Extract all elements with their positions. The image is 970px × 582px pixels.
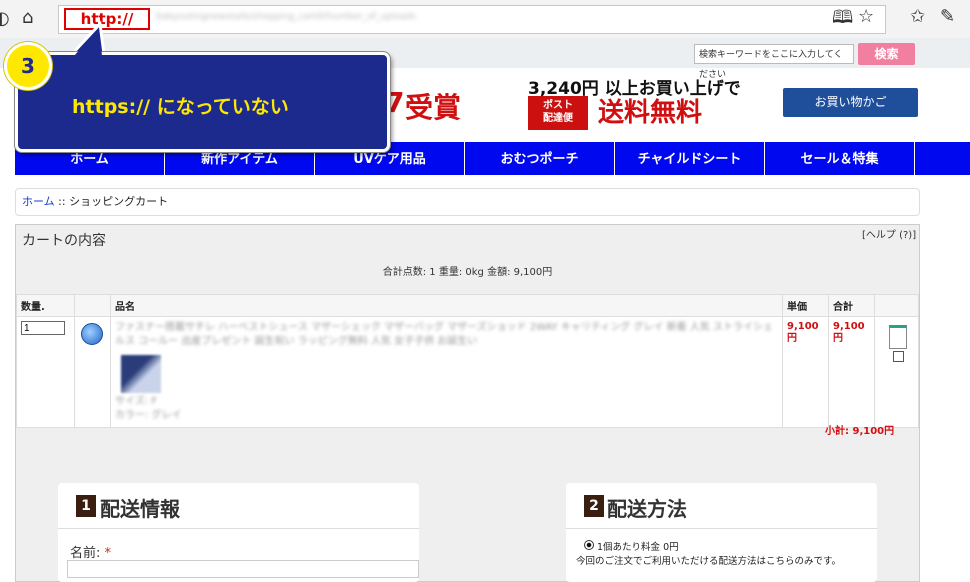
product-option-color: カラー: グレイ [115,410,182,421]
line-total: 9,100 円 [833,321,865,344]
shipping-method-title: 配送方法 [607,497,687,521]
unit-price: 9,100 円 [787,321,819,344]
trash-icon[interactable] [889,325,907,349]
shipping-info-title: 配送情報 [100,497,180,521]
cart-title: カートの内容 [22,233,106,249]
remove-checkbox[interactable] [893,351,904,362]
column-total: 合計 [828,294,875,317]
column-icon [74,294,111,317]
unit-price-cell: 9,100 円 [782,316,829,428]
quantity-input[interactable] [21,321,65,335]
required-mark: * [104,546,112,561]
product-cell: ファスナー搭載サチレ ハーベストシュース マザーシェック マザーバッグ マザーズ… [110,316,783,428]
step-number-badge: 3 [4,42,52,90]
help-link[interactable]: [ヘルプ (?)] [862,226,916,241]
table-row: ファスナー搭載サチレ ハーベストシュース マザーシェック マザーバッグ マザーズ… [16,316,919,428]
total-cell: 9,100 円 [828,316,875,428]
shipping-option-radio[interactable] [584,540,594,550]
shipping-option-label: 1個あたり料金 0円 [597,542,679,553]
column-name: 品名 [110,294,783,317]
column-qty: 数量. [16,294,75,317]
column-remove [874,294,919,317]
panel-divider [58,528,419,529]
shipping-method-note: 今回のご注文でご利用いただける配送方法はこちらのみです。 [576,556,842,567]
name-label: 名前: * [70,546,112,561]
update-quantity-icon[interactable] [81,323,103,345]
panel-divider-2 [566,528,877,529]
product-option-size: サイズ: F [115,396,157,407]
name-input[interactable] [67,560,419,578]
cart-table: 数量. 品名 単価 合計 ファスナー搭載サチレ ハーベストシュース マザーシェッ… [16,294,919,428]
callout-text: https:// になっていない [72,96,289,118]
section-number-1: 1 [76,495,96,517]
qty-cell [16,316,75,428]
column-unit-price: 単価 [782,294,829,317]
cart-summary: 合計点数: 1 重量: 0kg 金額: 9,100円 [382,267,553,278]
section-number-2: 2 [584,495,604,517]
update-cell [74,316,111,428]
cart-subtotal: 小計: 9,100円 [825,426,895,437]
product-name[interactable]: ファスナー搭載サチレ ハーベストシュース マザーシェック マザーバッグ マザーズ… [115,321,778,349]
table-header-row: 数量. 品名 単価 合計 [16,294,919,317]
remove-cell [874,316,919,428]
product-thumbnail[interactable] [121,355,161,393]
